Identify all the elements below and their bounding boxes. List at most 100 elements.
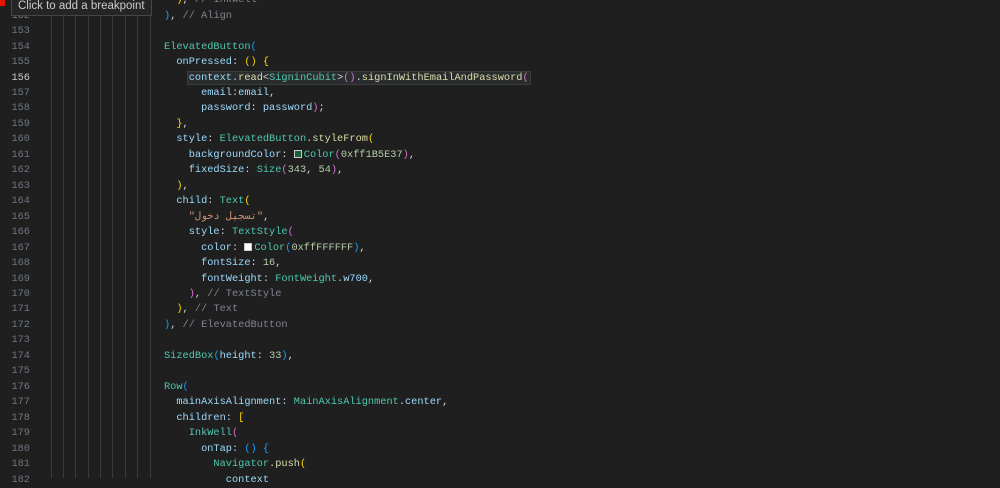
code-token: ( [182, 380, 189, 393]
code-token: , [275, 257, 282, 270]
code-token: MainAxisAlignment [293, 396, 399, 409]
line-number[interactable]: 163 [0, 179, 30, 194]
line-number[interactable]: 180 [0, 442, 30, 457]
code-text: ), // Align [164, 9, 232, 24]
code-line[interactable]: 174 SizedBox(height: 33), [0, 349, 1000, 364]
code-line[interactable]: 178 children: [ [0, 411, 1000, 426]
code-token: { [262, 442, 270, 455]
code-line[interactable]: 154 ElevatedButton( [0, 40, 1000, 55]
code-text: Navigator.push( [164, 457, 306, 472]
code-token: SizedBox [164, 349, 214, 362]
line-number[interactable]: 179 [0, 426, 30, 441]
code-line[interactable]: 171 ), // Text [0, 302, 1000, 317]
code-token: style [164, 133, 208, 146]
code-line[interactable]: 157 email:email, [0, 86, 1000, 101]
code-line[interactable]: 177 mainAxisAlignment: MainAxisAlignment… [0, 395, 1000, 410]
code-line[interactable]: 161 backgroundColor: Color(0xff1B5E37), [0, 148, 1000, 163]
line-number[interactable]: 169 [0, 272, 30, 287]
line-number[interactable]: 171 [0, 302, 30, 317]
code-text: ), // Text [164, 302, 238, 317]
code-line[interactable]: 170 ), // TextStyle [0, 287, 1000, 302]
line-number[interactable]: 160 [0, 132, 30, 147]
code-text: }, [164, 117, 188, 132]
code-editor[interactable]: 151 ), // InkWell152), // Align153154Ele… [0, 0, 1000, 486]
code-token: , [408, 148, 416, 161]
code-line[interactable]: 156 context.read<SigninCubit>().signInWi… [0, 71, 1000, 86]
line-number[interactable]: 165 [0, 210, 30, 225]
code-token: // ElevatedButton [182, 318, 288, 331]
code-token: 33 [269, 349, 282, 362]
code-line[interactable]: 160 style: ElevatedButton.styleFrom( [0, 132, 1000, 147]
code-line[interactable]: 169 fontWeight: FontWeight.w700, [0, 272, 1000, 287]
code-token: Text [219, 195, 245, 208]
code-text: style: TextStyle( [164, 225, 294, 240]
code-line[interactable]: 173 [0, 333, 1000, 348]
code-line[interactable]: 175 [0, 364, 1000, 379]
line-number[interactable]: 158 [0, 101, 30, 116]
line-number[interactable]: 177 [0, 395, 30, 410]
line-number[interactable]: 178 [0, 411, 30, 426]
line-number[interactable]: 157 [0, 86, 30, 101]
line-number[interactable]: 156 [0, 71, 30, 86]
code-token: "تسجيل دخول" [188, 210, 264, 223]
line-number[interactable]: 170 [0, 287, 30, 302]
code-text: mainAxisAlignment: MainAxisAlignment.cen… [164, 395, 448, 410]
code-token: , [182, 179, 189, 192]
code-line[interactable]: 163 ), [0, 179, 1000, 194]
line-number[interactable]: 162 [0, 163, 30, 178]
code-text: context.read<SigninCubit>().signInWithEm… [164, 71, 529, 86]
line-number[interactable]: 164 [0, 194, 30, 209]
code-line[interactable]: 164 child: Text( [0, 194, 1000, 209]
code-token: , [287, 349, 294, 362]
code-token: : [244, 164, 257, 177]
line-number[interactable]: 182 [0, 473, 30, 488]
code-line[interactable]: 162 fixedSize: Size(343, 54), [0, 163, 1000, 178]
line-number[interactable]: 176 [0, 380, 30, 395]
line-number[interactable]: 161 [0, 148, 30, 163]
line-number[interactable]: 181 [0, 457, 30, 472]
code-token: email [238, 87, 270, 100]
code-line[interactable]: 158 password: password); [0, 101, 1000, 116]
color-swatch-icon[interactable] [293, 149, 302, 158]
code-line[interactable]: 180 onTap: () { [0, 442, 1000, 457]
code-token: 343 [287, 164, 307, 177]
code-line[interactable]: 166 style: TextStyle( [0, 225, 1000, 240]
code-token: : [231, 56, 245, 69]
code-line[interactable]: 153 [0, 24, 1000, 39]
code-token: fontWeight [164, 272, 263, 285]
line-number[interactable]: 168 [0, 256, 30, 271]
code-token: () [244, 56, 257, 69]
code-line[interactable]: 182 context [0, 473, 1000, 488]
code-line[interactable]: 181 Navigator.push( [0, 457, 1000, 472]
code-line[interactable]: 172), // ElevatedButton [0, 318, 1000, 333]
line-number[interactable]: 173 [0, 333, 30, 348]
line-number[interactable]: 167 [0, 241, 30, 256]
code-text: context [164, 473, 269, 488]
code-token: : [207, 133, 220, 146]
color-swatch-icon[interactable] [244, 242, 253, 251]
line-number[interactable]: 154 [0, 40, 30, 55]
code-token: , [306, 164, 319, 177]
code-token: w700 [343, 272, 368, 285]
line-number[interactable]: 172 [0, 318, 30, 333]
code-text: ), [164, 179, 189, 194]
code-line[interactable]: 179 InkWell( [0, 426, 1000, 441]
line-number[interactable]: 174 [0, 349, 30, 364]
code-line[interactable]: 159 }, [0, 117, 1000, 132]
code-line[interactable]: 167 color: Color(0xffFFFFFF), [0, 241, 1000, 256]
code-token: , [182, 303, 195, 316]
code-token: : [219, 226, 232, 239]
line-number[interactable]: 166 [0, 225, 30, 240]
code-line[interactable]: 168 fontSize: 16, [0, 256, 1000, 271]
code-line[interactable]: 176 Row( [0, 380, 1000, 395]
line-number[interactable]: 153 [0, 24, 30, 39]
code-token: : [207, 195, 220, 208]
breakpoint-hint-icon[interactable] [0, 0, 5, 6]
code-line[interactable]: 155 onPressed: () { [0, 55, 1000, 70]
line-number[interactable]: 155 [0, 55, 30, 70]
line-number[interactable]: 159 [0, 117, 30, 132]
line-number[interactable]: 175 [0, 364, 30, 379]
code-token: fontSize [164, 257, 251, 270]
code-token: () [343, 71, 356, 84]
code-line[interactable]: 165 "تسجيل دخول", [0, 210, 1000, 225]
